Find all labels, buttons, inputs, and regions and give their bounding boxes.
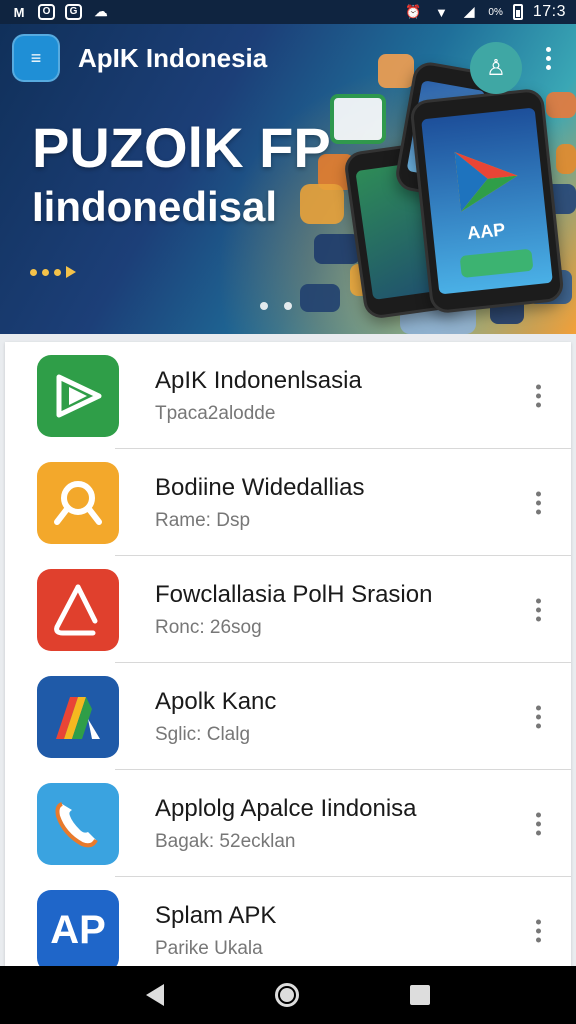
overflow-menu-button[interactable] xyxy=(534,42,562,74)
play-glyph-icon xyxy=(56,374,102,417)
triangle-icon xyxy=(37,568,119,651)
list-item-title: Bodiine Widedallias xyxy=(155,473,365,501)
list-item-subtitle: Sglic: Clalg xyxy=(155,723,251,745)
app-list: ApIK Indonenlsasia Tpaca2alodde Bodiine … xyxy=(5,342,571,966)
app-bar: ≡ ApIK Indonesia ♙ xyxy=(0,24,576,94)
profile-icon[interactable]: ♙ xyxy=(470,42,522,94)
list-item-subtitle: Rame: Dsp xyxy=(155,509,251,531)
item-more-button[interactable] xyxy=(536,384,541,407)
item-more-button[interactable] xyxy=(536,705,541,728)
gmail-icon: M xyxy=(13,4,25,20)
list-item-text: Fowclallasia PolH Srasion Ronc: 26sog xyxy=(155,581,432,639)
hero-headline: PUZOlK FP xyxy=(32,116,331,179)
list-item[interactable]: Fowclallasia PolH Srasion Ronc: 26sog xyxy=(5,556,571,663)
recents-icon[interactable] xyxy=(410,985,431,1005)
phone-label: AAP xyxy=(466,219,507,244)
colorful-a-icon xyxy=(37,675,119,758)
list-item-title: ApIK Indonenlsasia xyxy=(155,366,362,394)
camera-icon: O xyxy=(38,4,55,20)
list-item-subtitle: Parike Ukala xyxy=(155,937,263,959)
item-more-button[interactable] xyxy=(536,491,541,514)
ap-logo-text: AP xyxy=(50,908,106,952)
float-icon xyxy=(546,92,576,118)
list-item-subtitle: Ronc: 26sog xyxy=(155,616,262,638)
list-item[interactable]: AP Splam APK Parike Ukala xyxy=(5,877,571,966)
status-left-icons: M O G ☁ xyxy=(10,3,110,21)
pager-dot xyxy=(30,268,37,276)
wifi-icon: ▼ xyxy=(434,4,448,20)
dot-icon xyxy=(545,46,551,52)
float-icon xyxy=(556,144,576,174)
list-item-title: Apolk Kanc xyxy=(155,687,277,715)
battery-icon xyxy=(512,4,523,20)
float-icon xyxy=(314,234,360,264)
signal-icon: ◢ xyxy=(464,4,475,19)
hero-subline: Iindonedisal xyxy=(32,183,278,230)
pager-dot xyxy=(54,268,61,276)
dot-icon xyxy=(545,55,551,61)
cloud-icon: ☁ xyxy=(94,4,108,19)
float-icon xyxy=(300,184,344,224)
home-icon[interactable] xyxy=(274,983,299,1007)
item-more-button[interactable] xyxy=(536,598,541,621)
status-bar: M O G ☁ ⏰ ▼ ◢ 0% 17:3 xyxy=(0,0,576,24)
phone-illustration-main: AAP xyxy=(409,87,565,315)
battery-percent: 0% xyxy=(488,6,503,18)
list-item[interactable]: Apolk Kanc Sglic: Clalg xyxy=(5,663,571,770)
list-item[interactable]: Bodiine Widedallias Rame: Dsp xyxy=(5,449,571,556)
slide-dot xyxy=(284,302,292,310)
search-icon xyxy=(37,461,119,544)
phone-screen-main: AAP xyxy=(421,107,553,295)
pager-arrow-icon xyxy=(66,266,76,278)
hero-banner[interactable]: AAP ≡ ApIK Indonesia ♙ PUZOlK FP Iindone… xyxy=(0,24,576,334)
float-icon xyxy=(330,94,386,144)
list-item-text: Apolk Kanc Sglic: Clalg xyxy=(155,688,276,746)
dot-icon xyxy=(545,64,551,70)
message-icon: G xyxy=(65,4,82,20)
pager-dot xyxy=(42,268,49,276)
status-time: 17:3 xyxy=(532,3,566,20)
list-item[interactable]: Applolg Apalce Iindonisa Bagak: 52ecklan xyxy=(5,770,571,877)
triangle-glyph-icon xyxy=(54,584,98,635)
alarm-icon: ⏰ xyxy=(405,4,422,19)
hero-pager xyxy=(30,266,76,278)
phone-screen: M O G ☁ ⏰ ▼ ◢ 0% 17:3 AAP ≡ ApIK Indones… xyxy=(0,0,576,1024)
phone-toggle xyxy=(459,248,534,279)
magnifier-glyph-icon xyxy=(54,480,102,525)
list-item-text: Bodiine Widedallias Rame: Dsp xyxy=(155,474,364,532)
play-store-logo-icon xyxy=(454,152,518,212)
green-play-icon xyxy=(37,354,119,437)
back-icon[interactable] xyxy=(145,984,164,1006)
navigation-bar xyxy=(0,966,576,1024)
ap-logo-icon: AP xyxy=(37,889,119,966)
list-item[interactable]: ApIK Indonenlsasia Tpaca2alodde xyxy=(5,342,571,449)
list-item-text: Splam APK Parike Ukala xyxy=(155,902,276,960)
list-item-title: Splam APK xyxy=(155,901,277,929)
float-icon xyxy=(300,284,340,312)
item-more-button[interactable] xyxy=(536,812,541,835)
phone-call-icon xyxy=(37,782,119,865)
list-item-text: Applolg Apalce Iindonisa Bagak: 52ecklan xyxy=(155,795,417,853)
app-logo-icon[interactable]: ≡ xyxy=(12,34,60,82)
status-right-icons: ⏰ ▼ ◢ 0% 17:3 xyxy=(404,3,566,21)
list-item-title: Applolg Apalce Iindonisa xyxy=(155,794,417,822)
list-item-text: ApIK Indonenlsasia Tpaca2alodde xyxy=(155,367,362,425)
item-more-button[interactable] xyxy=(536,919,541,942)
app-title: ApIK Indonesia xyxy=(78,42,268,73)
list-item-subtitle: Tpaca2alodde xyxy=(155,402,276,424)
handset-glyph-icon xyxy=(55,801,98,847)
colorful-a-glyph-icon xyxy=(56,696,100,739)
slide-indicator xyxy=(260,302,292,310)
slide-dot xyxy=(260,302,268,310)
list-item-subtitle: Bagak: 52ecklan xyxy=(155,830,296,852)
list-item-title: Fowclallasia PolH Srasion xyxy=(155,580,433,608)
